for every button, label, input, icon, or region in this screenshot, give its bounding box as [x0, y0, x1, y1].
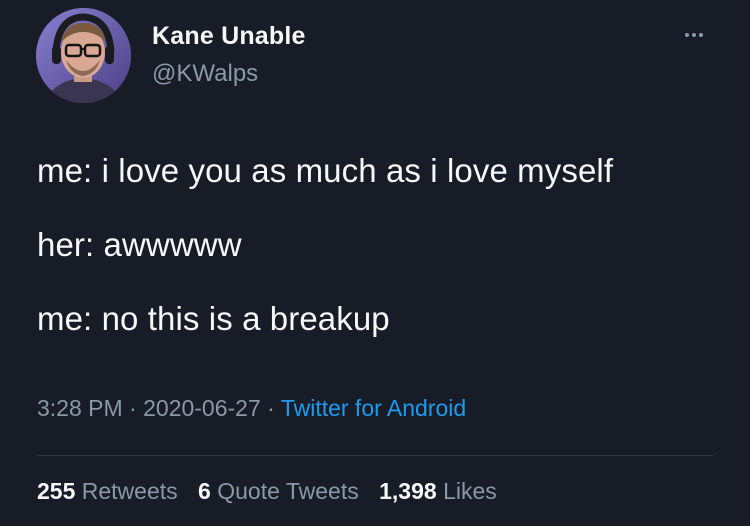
tweet-stats: 255 Retweets 6 Quote Tweets 1,398 Likes — [37, 478, 497, 505]
avatar-image — [36, 8, 131, 103]
more-dot — [699, 33, 703, 37]
quote-tweets-label: Quote Tweets — [217, 478, 359, 504]
more-dot — [685, 33, 689, 37]
retweets-stat[interactable]: 255 Retweets — [37, 478, 184, 504]
avatar[interactable] — [36, 8, 131, 103]
likes-label: Likes — [443, 478, 497, 504]
divider — [37, 455, 713, 456]
tweet-text-line: me: no this is a breakup — [37, 300, 390, 337]
author-display-name[interactable]: Kane Unable — [152, 22, 306, 51]
author-handle[interactable]: @KWalps — [152, 60, 258, 88]
more-dot — [692, 33, 696, 37]
quote-tweets-stat[interactable]: 6 Quote Tweets — [198, 478, 365, 504]
retweets-label: Retweets — [81, 478, 178, 504]
retweets-count: 255 — [37, 478, 76, 504]
tweet-text-line: me: i love you as much as i love myself — [37, 152, 614, 189]
meta-separator: · — [129, 395, 137, 421]
quote-tweets-count: 6 — [198, 478, 211, 504]
likes-stat[interactable]: 1,398 Likes — [379, 478, 497, 504]
more-options-icon[interactable] — [676, 26, 712, 44]
likes-count: 1,398 — [379, 478, 437, 504]
tweet-meta: 3:28 PM · 2020-06-27 · Twitter for Andro… — [37, 395, 466, 422]
tweet-source-link[interactable]: Twitter for Android — [281, 395, 466, 421]
meta-separator: · — [267, 395, 275, 421]
tweet-date[interactable]: 2020-06-27 — [143, 395, 261, 421]
tweet-text-line: her: awwwww — [37, 226, 242, 263]
tweet-card: Kane Unable @KWalps me: i love you as mu… — [0, 0, 750, 526]
tweet-time[interactable]: 3:28 PM — [37, 395, 123, 421]
